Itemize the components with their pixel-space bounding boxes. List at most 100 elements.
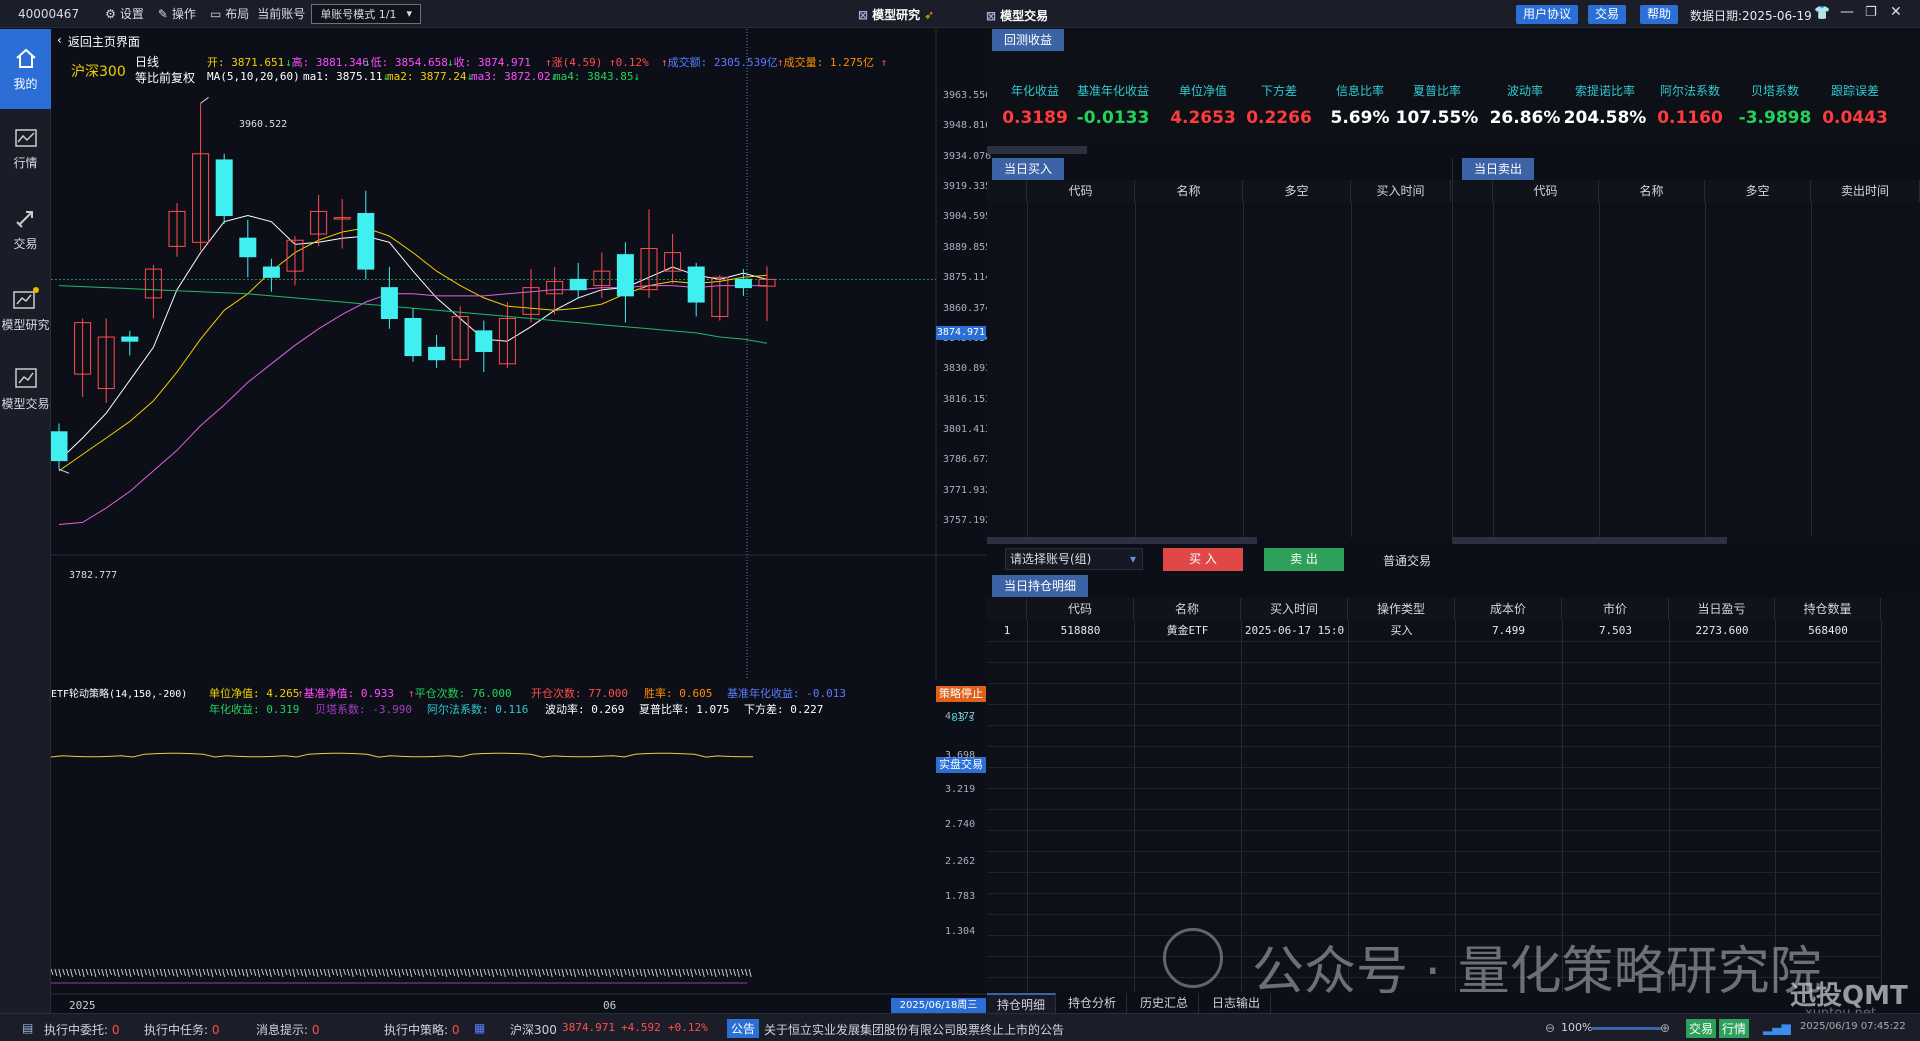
col-qty[interactable]: 持仓数量 [1775,598,1881,620]
col-sell-time[interactable]: 卖出时间 [1811,180,1920,202]
user-agreement-button[interactable]: 用户协议 [1516,5,1579,24]
signal-tick [335,968,339,977]
tab-log[interactable]: 日志输出 [1202,993,1272,1013]
buy-button[interactable]: 买 入 [1163,548,1243,571]
zoom-slider[interactable] [1591,1027,1661,1030]
signal-tick [190,968,194,976]
operations-menu[interactable]: ✎ 操作 [158,5,196,22]
pending-tasks[interactable]: 执行中任务: 0 [144,1021,220,1038]
signal-tick [623,968,627,976]
kline-chart[interactable] [51,29,986,679]
notice-text[interactable]: 关于恒立实业发展集团股份有限公司股票终止上市的公告 [764,1021,1064,1038]
account-group-select[interactable]: 请选择账号(组) ▾ [1005,548,1143,570]
restore-icon[interactable]: ❐ [1865,5,1877,20]
buy-today-columns: 代码 名称 多空 买入时间 [987,180,1451,202]
col-direction[interactable]: 多空 [1243,180,1351,202]
normal-trade-label[interactable]: 普通交易 [1383,552,1431,569]
col-name[interactable]: 名称 [1599,180,1705,202]
signal-tick [577,968,580,976]
pending-orders[interactable]: 执行中委托: 0 [44,1021,120,1038]
signal-tick [343,968,346,976]
signal-tick [323,968,327,977]
metric-value: 26.86% [1489,108,1561,128]
col-pnl[interactable]: 当日盈亏 [1669,598,1775,620]
running-strategies[interactable]: 执行中策略: 0 [384,1021,460,1038]
help-button[interactable]: 帮助 [1640,5,1679,24]
tab-positions[interactable]: 持仓明细 [987,993,1057,1013]
signal-tick [105,968,109,978]
col-name[interactable]: 名称 [1135,180,1243,202]
sidebar-item-market[interactable]: 行情 [0,109,51,189]
settings-menu[interactable]: ⚙ 设置 [105,5,144,22]
col-direction[interactable]: 多空 [1705,180,1811,202]
metric-value: 0.1160 [1657,108,1723,128]
metric-label: 波动率 [1506,84,1543,98]
candle-body [215,159,233,217]
col-code[interactable]: 代码 [1027,180,1135,202]
signal-tick [257,968,261,978]
signal-tick [218,968,222,977]
signal-tick [307,968,311,976]
messages[interactable]: 消息提示: 0 [256,1021,320,1038]
grid-hline [987,872,1881,873]
high-marker [200,96,209,104]
sidebar-item-model-research[interactable]: 模型研究 [0,269,51,349]
col-name[interactable]: 名称 [1134,598,1241,620]
signal-tick [101,968,105,977]
signal-tick [452,968,456,977]
signal-tick [222,968,226,978]
grid-vline [1027,202,1028,537]
zoom-out-icon[interactable]: ⊖ [1545,1021,1555,1035]
col-price[interactable]: 市价 [1562,598,1669,620]
signal-tick [573,968,577,978]
signal-tick [77,968,81,977]
strategy-icon: ▦ [474,1021,486,1035]
sidebar-item-model-trade[interactable]: 模型交易 [0,349,51,429]
chevron-down-icon: ▾ [1129,552,1136,566]
signal-tick [409,968,413,978]
signal-tick [70,968,73,978]
col-code[interactable]: 代码 [1493,180,1599,202]
signal-tick [744,968,748,977]
close-icon[interactable]: ✕ [1890,4,1902,20]
signal-tick [541,968,545,976]
gear-icon: ⚙ [105,6,116,21]
x-label-year: 2025 [69,999,96,1012]
signal-tick [171,968,175,977]
layout-menu[interactable]: ▭ 布局 [210,5,249,22]
model-research-icon [12,286,39,309]
scrollbar-buy[interactable] [987,537,1257,544]
nav-line [51,752,754,758]
col-buy-time[interactable]: 买入时间 [1241,598,1348,620]
signal-tick [66,968,70,977]
current-price-tag: 3874.971 [936,326,986,340]
signal-tick [608,968,612,978]
shirt-icon[interactable]: 👕 [1814,6,1830,21]
account-mode-select[interactable]: 单账号模式 1/1 ▾ [311,3,422,24]
sidebar-item-mine[interactable]: 我的 [0,29,51,109]
sidebar-item-trade[interactable]: 交易 [0,189,51,269]
rocket-icon: ➶ [924,7,935,22]
signal-tick [432,968,436,978]
col-op-type[interactable]: 操作类型 [1348,598,1455,620]
tab-position-analysis[interactable]: 持仓分析 [1058,993,1128,1013]
col-buy-time[interactable]: 买入时间 [1351,180,1451,202]
sell-button[interactable]: 卖 出 [1264,548,1344,571]
signal-tick [600,968,604,976]
tab-history[interactable]: 历史汇总 [1130,993,1200,1013]
signal-tick [159,968,163,977]
table-row[interactable]: 1 518880 黄金ETF 2025-06-17 15:0 买入 7.499 … [987,621,1881,641]
metric-value: -3.9898 [1738,108,1812,128]
minimize-icon[interactable]: — [1840,4,1854,20]
trade-button[interactable]: 交易 [1588,5,1627,24]
grid-vline [1351,202,1352,537]
col-cost[interactable]: 成本价 [1455,598,1562,620]
scrollbar-backtest[interactable] [987,146,1087,154]
scrollbar-sell[interactable] [1453,537,1727,544]
zoom-in-icon[interactable]: ⊕ [1660,1021,1670,1035]
price-tick-label: 3934.076 [943,150,992,162]
signal-tick [331,968,335,976]
signal-tick [132,968,136,976]
col-code[interactable]: 代码 [1027,598,1134,620]
signal-tick [148,968,151,977]
